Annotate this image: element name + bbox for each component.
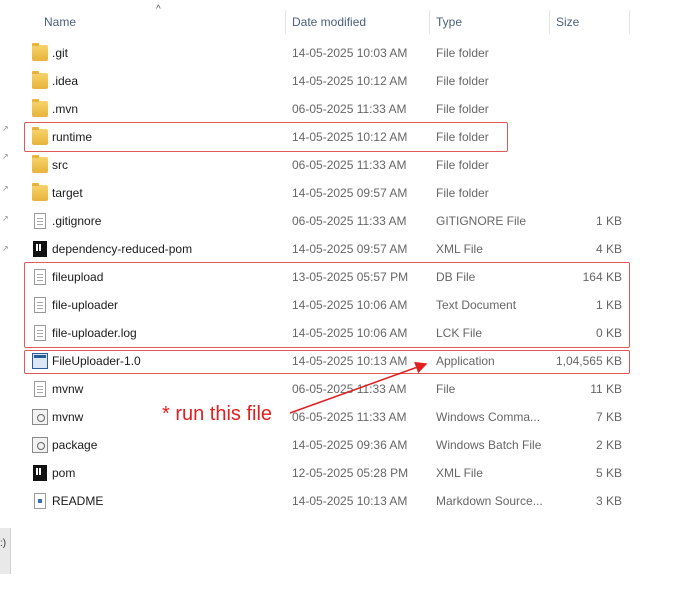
annotation-arrow bbox=[289, 361, 428, 414]
annotation-text: * run this file bbox=[162, 403, 273, 425]
